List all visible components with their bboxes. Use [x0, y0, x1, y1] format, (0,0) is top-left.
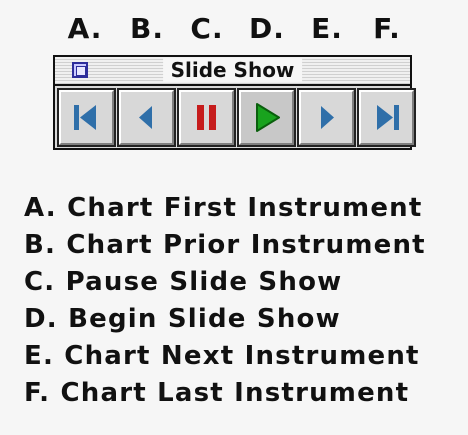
pause-slide-show-button[interactable]: [177, 88, 236, 147]
letter-f: F.: [373, 12, 401, 45]
chart-prior-instrument-button[interactable]: [117, 88, 176, 147]
palette-button-row: [57, 88, 416, 147]
skip-last-icon: [377, 105, 399, 130]
step-back-icon: [139, 106, 152, 129]
legend-item: F. Chart Last Instrument: [24, 378, 410, 408]
chart-last-instrument-button[interactable]: [357, 88, 416, 147]
chart-first-instrument-button[interactable]: [57, 88, 116, 147]
close-box-icon[interactable]: [72, 62, 88, 78]
letter-b: B.: [130, 12, 164, 45]
pause-icon: [197, 105, 216, 130]
palette-title: Slide Show: [162, 58, 303, 82]
letter-e: E.: [311, 12, 343, 45]
legend-item: E. Chart Next Instrument: [24, 341, 420, 371]
legend-item: C. Pause Slide Show: [24, 267, 343, 297]
letter-c: C.: [190, 12, 224, 45]
slide-show-palette: Slide Show: [53, 55, 416, 150]
palette-titlebar[interactable]: Slide Show: [55, 57, 410, 86]
letter-d: D.: [249, 12, 285, 45]
legend-item: D. Begin Slide Show: [24, 304, 341, 334]
skip-first-icon: [74, 105, 96, 130]
letter-a: A.: [67, 12, 103, 45]
legend-item: A. Chart First Instrument: [24, 193, 423, 223]
step-forward-icon: [321, 106, 334, 129]
play-icon: [256, 103, 280, 132]
chart-next-instrument-button[interactable]: [297, 88, 356, 147]
button-letter-row: A. B. C. D. E. F.: [0, 12, 468, 46]
begin-slide-show-button[interactable]: [237, 88, 296, 147]
button-legend: A. Chart First Instrument B. Chart Prior…: [24, 190, 464, 412]
legend-item: B. Chart Prior Instrument: [24, 230, 426, 260]
